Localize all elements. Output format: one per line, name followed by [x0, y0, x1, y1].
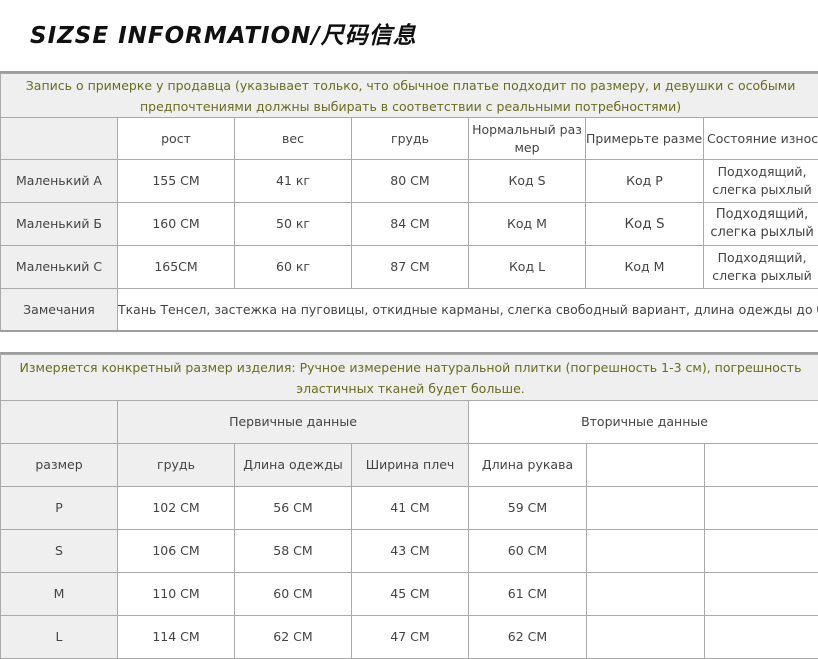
table-cell: 61 CM — [469, 573, 587, 616]
column-header: Примерьте размер — [586, 118, 704, 160]
table-cell: 110 CM — [118, 573, 235, 616]
column-header — [705, 444, 818, 487]
column-header: Длина рукава — [469, 444, 587, 487]
size-label: P — [1, 487, 118, 530]
row-label: Маленький С — [1, 246, 118, 289]
table-cell: 59 CM — [469, 487, 587, 530]
table-cell: 58 CM — [235, 530, 352, 573]
table-row: Маленький С 165CM 60 кг 87 CM Код L Код … — [1, 246, 818, 289]
table-cell: 106 CM — [118, 530, 235, 573]
table-cell: 41 кг — [235, 160, 352, 203]
page-title: SIZSE INFORMATION/尺码信息 — [30, 16, 417, 50]
table-cell — [705, 530, 818, 573]
column-header: грудь — [118, 444, 235, 487]
measurements-table: Измеряется конкретный размер изделия: Ру… — [0, 354, 818, 659]
table-cell: 160 CM — [118, 203, 235, 246]
table-cell — [587, 530, 705, 573]
table-cell: Код P — [586, 160, 704, 203]
table-cell: 47 CM — [352, 616, 469, 659]
group-secondary-data: Вторичные данные — [469, 401, 818, 444]
remarks-text: Ткань Тенсел, застежка на пуговицы, отки… — [118, 289, 818, 331]
table-cell — [587, 573, 705, 616]
table-cell — [587, 487, 705, 530]
table-cell: Код L — [469, 246, 586, 289]
table-cell: 80 CM — [352, 160, 469, 203]
remarks-row: Замечания Ткань Тенсел, застежка на пуго… — [1, 289, 818, 331]
column-header: вес — [235, 118, 352, 160]
table-cell: 60 кг — [235, 246, 352, 289]
table-cell: 45 CM — [352, 573, 469, 616]
table-cell: 60 CM — [235, 573, 352, 616]
table-row: L 114 CM 62 CM 47 CM 62 CM — [1, 616, 818, 659]
column-header: рост — [118, 118, 235, 160]
table-row: Маленький Б 160 CM 50 кг 84 CM Код M Код… — [1, 203, 818, 246]
table-row: P 102 CM 56 CM 41 CM 59 CM — [1, 487, 818, 530]
fitting-header-note: Запись о примерке у продавца (указывает … — [1, 74, 818, 118]
column-header — [1, 118, 118, 160]
column-header: Ширина плеч — [352, 444, 469, 487]
table-cell: 84 CM — [352, 203, 469, 246]
table-cell: 41 CM — [352, 487, 469, 530]
table-cell: 155 CM — [118, 160, 235, 203]
table-cell: 62 CM — [469, 616, 587, 659]
table-row: S 106 CM 58 CM 43 CM 60 CM — [1, 530, 818, 573]
table-cell: 87 CM — [352, 246, 469, 289]
remarks-label: Замечания — [1, 289, 118, 331]
size-label: S — [1, 530, 118, 573]
table-cell — [705, 487, 818, 530]
row-label: Маленький А — [1, 160, 118, 203]
table-cell: 60 CM — [469, 530, 587, 573]
divider — [0, 330, 818, 332]
table-cell: Подходящий, слегка рыхлый — [704, 246, 818, 289]
table-cell — [705, 573, 818, 616]
table-cell: Код S — [469, 160, 586, 203]
column-header — [587, 444, 705, 487]
column-header: Состояние износа — [704, 118, 818, 160]
table-cell: 43 CM — [352, 530, 469, 573]
size-label: M — [1, 573, 118, 616]
table-cell: Код S — [586, 203, 704, 246]
measurement-header-note: Измеряется конкретный размер изделия: Ру… — [1, 355, 818, 401]
column-header: Нормальный размер — [469, 118, 586, 160]
group-primary-data: Первичные данные — [118, 401, 469, 444]
table-cell: 165CM — [118, 246, 235, 289]
table-cell — [587, 616, 705, 659]
table-cell: 114 CM — [118, 616, 235, 659]
empty-cell — [1, 401, 118, 444]
column-header: грудь — [352, 118, 469, 160]
table-row: Маленький А 155 CM 41 кг 80 CM Код S Код… — [1, 160, 818, 203]
column-header: размер — [1, 444, 118, 487]
table-cell: Подходящий, слегка рыхлый — [704, 160, 818, 203]
size-label: L — [1, 616, 118, 659]
table-cell: Подходящий, слегка рыхлый — [704, 203, 818, 246]
fitting-record-table: Запись о примерке у продавца (указывает … — [0, 73, 818, 331]
table-cell — [705, 616, 818, 659]
table-cell: 50 кг — [235, 203, 352, 246]
table-cell: Код M — [586, 246, 704, 289]
table-row: M 110 CM 60 CM 45 CM 61 CM — [1, 573, 818, 616]
table-cell: 62 CM — [235, 616, 352, 659]
table-cell: 102 CM — [118, 487, 235, 530]
table-cell: Код M — [469, 203, 586, 246]
table-cell: 56 CM — [235, 487, 352, 530]
row-label: Маленький Б — [1, 203, 118, 246]
column-header: Длина одежды — [235, 444, 352, 487]
